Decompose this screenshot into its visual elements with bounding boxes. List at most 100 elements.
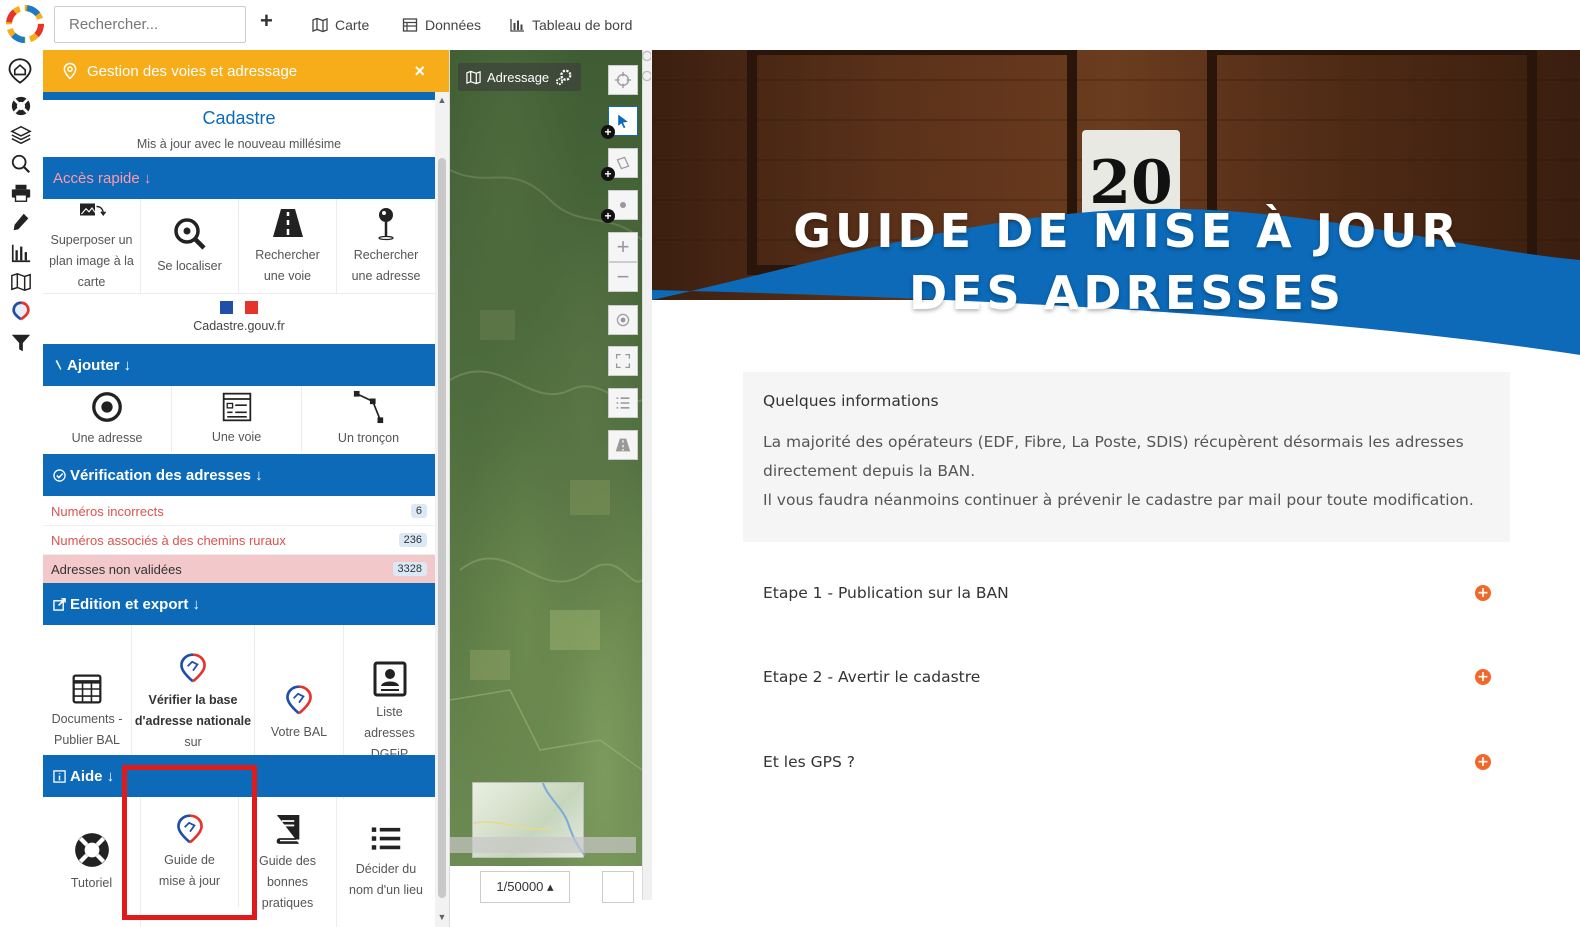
info-line-1: La majorité des opérateurs (EDF, Fibre, … bbox=[763, 433, 1464, 451]
rail-stats[interactable] bbox=[8, 240, 34, 266]
hero-title: GUIDE DE MISE À JOUR DES ADRESSES bbox=[652, 200, 1580, 324]
rail-address[interactable] bbox=[8, 298, 34, 324]
top-bar: + Carte Données Tableau de bord bbox=[0, 0, 1580, 50]
bar-chart-icon bbox=[11, 244, 31, 263]
app-logo-icon[interactable] bbox=[4, 3, 46, 45]
map-fullscreen-tool[interactable] bbox=[608, 346, 638, 376]
tile-superposer-plan[interactable]: Superposer un plan image à la carte bbox=[43, 199, 141, 293]
accordion-gps[interactable]: Et les GPS ? + bbox=[763, 747, 1491, 777]
donnees-label: Données bbox=[425, 17, 482, 33]
tableau-label: Tableau de bord bbox=[532, 17, 633, 33]
accordion-etape-1[interactable]: Etape 1 - Publication sur la BAN + bbox=[763, 578, 1491, 608]
cadastre-subtitle: Mis à jour avec le nouveau millésime bbox=[136, 137, 342, 151]
check-count-badge: 3328 bbox=[392, 562, 427, 576]
section-aide[interactable]: Aide ↓ bbox=[43, 755, 435, 797]
tile-un-troncon[interactable]: Un tronçon bbox=[302, 386, 435, 452]
tile-votre-bal-label: Votre BAL bbox=[270, 724, 328, 739]
pencil-icon bbox=[55, 360, 62, 370]
tableau-de-bord-button[interactable]: Tableau de bord bbox=[509, 14, 632, 36]
map-resize-handle[interactable] bbox=[641, 50, 652, 900]
map-recenter-tool[interactable] bbox=[608, 305, 638, 335]
expand-plus-icon[interactable]: + bbox=[1475, 754, 1491, 770]
map-icon bbox=[466, 70, 481, 84]
check-label: Numéros associés à des chemins ruraux bbox=[51, 532, 286, 548]
cadastre-title[interactable]: Cadastre bbox=[43, 108, 435, 129]
map-zoom-in[interactable]: + bbox=[608, 232, 638, 262]
check-label: Numéros incorrects bbox=[51, 503, 164, 519]
check-label: Adresses non validées bbox=[51, 561, 182, 577]
rail-filter[interactable] bbox=[8, 330, 34, 356]
donnees-button[interactable]: Données bbox=[402, 14, 481, 36]
expand-plus-icon[interactable]: + bbox=[1475, 669, 1491, 685]
map-layer-name: Adressage bbox=[487, 69, 550, 85]
section-edition-export[interactable]: Edition et export ↓ bbox=[43, 583, 435, 625]
search-input[interactable] bbox=[54, 6, 246, 43]
crosshair-icon bbox=[614, 71, 632, 89]
rail-draw[interactable] bbox=[8, 209, 34, 235]
info-line-2: directement depuis la BAN. bbox=[763, 462, 976, 480]
pushpin-icon bbox=[378, 208, 394, 241]
tile-une-voie[interactable]: Une voie bbox=[172, 386, 302, 452]
panel-title: Gestion des voies et adressage bbox=[87, 62, 298, 80]
map-legend-tool[interactable] bbox=[608, 388, 638, 418]
cursor-arrow-icon bbox=[618, 114, 628, 129]
map-zoom-out[interactable]: − bbox=[608, 262, 638, 292]
printer-icon bbox=[11, 184, 31, 202]
map-add-marker-1[interactable]: + bbox=[601, 125, 615, 139]
lifebuoy-icon bbox=[74, 832, 109, 867]
rail-home-pin[interactable] bbox=[5, 56, 35, 86]
tile-decider-nom-lieu[interactable]: Décider du nom d'un lieu bbox=[337, 797, 435, 927]
carte-button[interactable]: Carte bbox=[312, 14, 369, 36]
map-add-marker-2[interactable]: + bbox=[601, 167, 615, 181]
tile-une-adresse-label: Une adresse bbox=[71, 430, 143, 445]
list-icon bbox=[371, 827, 401, 850]
rail-layers[interactable] bbox=[8, 122, 34, 148]
hero-title-line1: GUIDE DE MISE À JOUR bbox=[793, 204, 1461, 258]
panel-close-button[interactable]: × bbox=[414, 61, 425, 82]
scrollbar-thumb[interactable] bbox=[438, 158, 446, 898]
tile-rechercher-adresse[interactable]: Rechercher une adresse bbox=[337, 199, 435, 293]
check-adresses-non-validees[interactable]: Adresses non validées 3328 bbox=[43, 555, 435, 584]
tile-tutoriel[interactable]: Tutoriel bbox=[43, 797, 141, 927]
satellite-map[interactable]: Adressage + + + + − bbox=[450, 50, 642, 900]
tile-rechercher-voie[interactable]: Rechercher une voie bbox=[239, 199, 337, 293]
panel-scrollbar[interactable]: ▲ ▼ bbox=[435, 92, 449, 927]
section-acces-rapide[interactable]: Accès rapide ↓ bbox=[43, 157, 435, 199]
rail-map[interactable] bbox=[8, 269, 34, 295]
map-crosshair-tool[interactable] bbox=[608, 65, 638, 95]
tile-guide-mise-a-jour[interactable]: Guide de mise à jour bbox=[141, 797, 239, 907]
map-horizontal-scrollbar[interactable] bbox=[450, 837, 636, 853]
add-button[interactable]: + bbox=[260, 8, 273, 33]
rail-print[interactable] bbox=[8, 180, 34, 206]
tile-rechercher-voie-label: Rechercher une voie bbox=[255, 248, 320, 283]
tile-guide-bonnes-pratiques[interactable]: Guide des bonnes pratiques bbox=[239, 797, 337, 927]
check-chemins-ruraux[interactable]: Numéros associés à des chemins ruraux 23… bbox=[43, 526, 435, 555]
map-layer-label[interactable]: Adressage bbox=[458, 63, 582, 91]
info-box: Quelques informations La majorité des op… bbox=[743, 372, 1510, 542]
location-pin-icon bbox=[63, 62, 77, 80]
section-verification[interactable]: Vérification des adresses ↓ bbox=[43, 454, 435, 496]
scroll-down-arrow[interactable]: ▼ bbox=[437, 912, 447, 922]
section-ajouter[interactable]: Ajouter ↓ bbox=[43, 344, 435, 386]
map-footer-button[interactable] bbox=[602, 871, 634, 903]
segment-icon bbox=[353, 390, 383, 423]
locate-search-icon bbox=[173, 217, 206, 250]
road-icon bbox=[272, 209, 303, 237]
info-line-3: Il vous faudra néanmoins continuer à pré… bbox=[763, 491, 1474, 509]
map-scale-selector[interactable]: 1/50000 ▴ bbox=[480, 871, 570, 903]
map-add-marker-3[interactable]: + bbox=[601, 209, 615, 223]
tile-se-localiser[interactable]: Se localiser bbox=[141, 199, 239, 293]
tile-une-adresse[interactable]: Une adresse bbox=[43, 386, 172, 452]
scroll-up-arrow[interactable]: ▲ bbox=[437, 95, 447, 105]
accordion-etape-2[interactable]: Etape 2 - Avertir le cadastre + bbox=[763, 662, 1491, 692]
cadastre-gouv-link[interactable]: Cadastre.gouv.fr bbox=[43, 293, 435, 343]
rail-search[interactable] bbox=[8, 151, 34, 177]
expand-plus-icon[interactable]: + bbox=[1475, 585, 1491, 601]
map-icon bbox=[11, 272, 31, 292]
check-numeros-incorrects[interactable]: Numéros incorrects 6 bbox=[43, 497, 435, 526]
map-road-tool[interactable] bbox=[608, 430, 638, 460]
rail-help[interactable] bbox=[8, 93, 34, 119]
check-circle-icon bbox=[53, 468, 66, 482]
section-ajouter-label: Ajouter ↓ bbox=[67, 356, 132, 374]
accordion-label: Et les GPS ? bbox=[763, 753, 855, 771]
